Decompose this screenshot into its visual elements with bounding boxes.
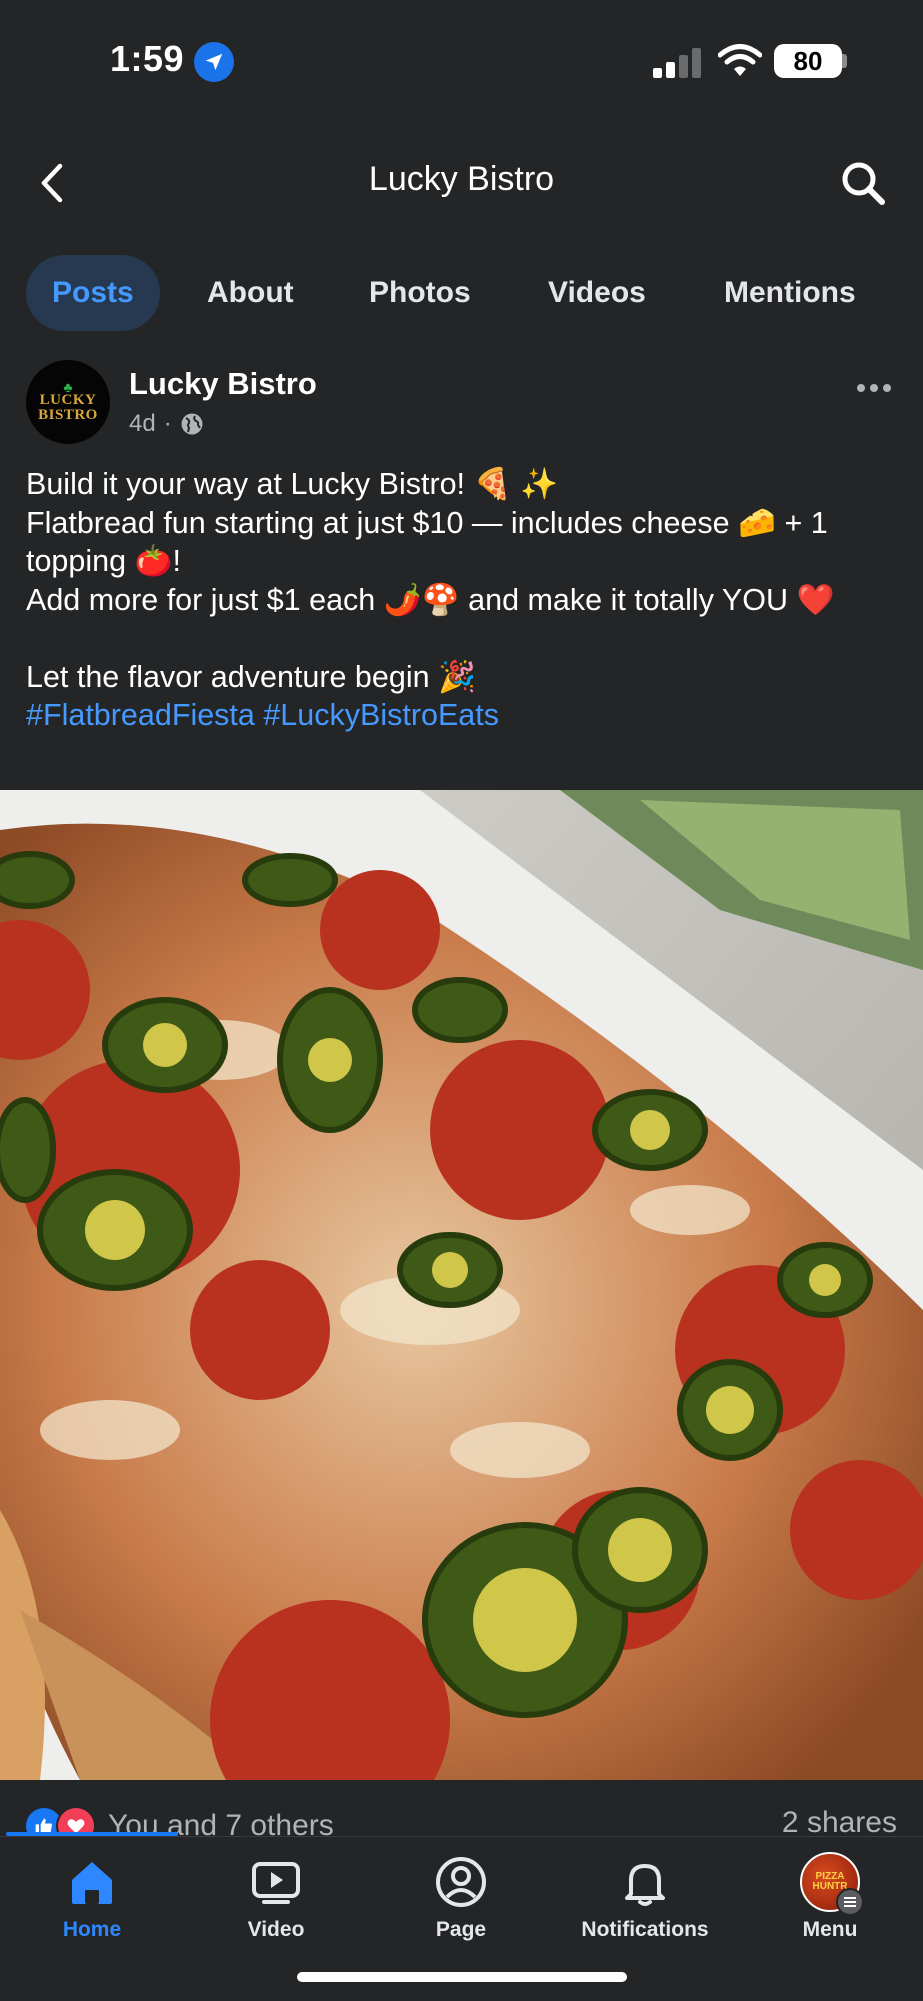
caption-line: Let the flavor adventure begin 🎉 — [26, 659, 477, 694]
nav-video-label: Video — [247, 1918, 305, 1941]
tab-about[interactable]: About — [181, 255, 320, 331]
nav-video[interactable]: Video — [201, 1852, 351, 1942]
tab-videos[interactable]: Videos — [522, 255, 672, 331]
post-author[interactable]: Lucky Bistro — [129, 366, 317, 402]
profile-icon — [386, 1852, 536, 1912]
nav-home[interactable]: Home — [17, 1852, 167, 1942]
video-icon — [201, 1852, 351, 1912]
menu-avatar-icon: PIZZA HUNTR — [800, 1852, 864, 1916]
caption-line: Flatbread fun starting at just $10 — inc… — [26, 505, 828, 579]
caption-blank-line — [26, 619, 906, 658]
post-time: 4d — [129, 410, 156, 437]
menu-lines-icon — [836, 1888, 864, 1916]
location-arrow-icon — [194, 42, 234, 82]
caption-line: Add more for just $1 each 🌶️🍄 and make i… — [26, 582, 835, 617]
tab-mentions[interactable]: Mentions — [698, 255, 882, 331]
nav-menu-label: Menu — [802, 1918, 858, 1941]
battery-icon: 80 — [774, 44, 842, 78]
nav-page[interactable]: Page — [386, 1852, 536, 1942]
home-indicator[interactable] — [297, 1972, 627, 1982]
wifi-icon — [717, 44, 763, 83]
search-icon — [842, 162, 885, 205]
avatar-text-bottom: BISTRO — [38, 407, 98, 423]
scroll-progress-indicator — [6, 1832, 178, 1836]
cellular-signal-icon — [653, 46, 703, 78]
search-button[interactable] — [838, 158, 888, 208]
nav-page-label: Page — [435, 1918, 487, 1941]
caption-line: Build it your way at Lucky Bistro! 🍕 ✨ — [26, 467, 558, 501]
status-time: 1:59 — [110, 38, 185, 79]
nav-menu[interactable]: PIZZA HUNTR Menu — [755, 1852, 905, 1942]
post-photo[interactable] — [0, 790, 923, 1780]
hashtag-links[interactable]: #FlatbreadFiesta #LuckyBistroEats — [26, 696, 906, 735]
nav-notifications[interactable]: Notifications — [570, 1852, 720, 1942]
meta-separator: · — [163, 410, 172, 437]
post-meta: 4d · — [129, 410, 204, 438]
more-dots-icon — [857, 384, 891, 392]
more-options-button[interactable] — [856, 372, 892, 393]
bell-icon — [570, 1852, 720, 1912]
globe-icon — [181, 413, 203, 435]
shares-count[interactable]: 2 shares — [782, 1806, 897, 1840]
page-avatar[interactable]: ♣ LUCKY BISTRO — [26, 360, 110, 444]
home-icon — [17, 1852, 167, 1912]
nav-notifications-label: Notifications — [581, 1918, 709, 1941]
avatar-text-top: LUCKY — [39, 392, 97, 408]
tab-posts[interactable]: Posts — [26, 255, 160, 331]
tab-photos[interactable]: Photos — [343, 255, 497, 331]
menu-icon-wrapper: PIZZA HUNTR — [755, 1852, 905, 1916]
post-caption: Build it your way at Lucky Bistro! 🍕 ✨ F… — [26, 465, 906, 735]
flatbread-pizza-image — [0, 790, 923, 1780]
page-title: Lucky Bistro — [368, 160, 555, 198]
battery-nub — [842, 54, 847, 68]
nav-home-label: Home — [62, 1918, 122, 1941]
